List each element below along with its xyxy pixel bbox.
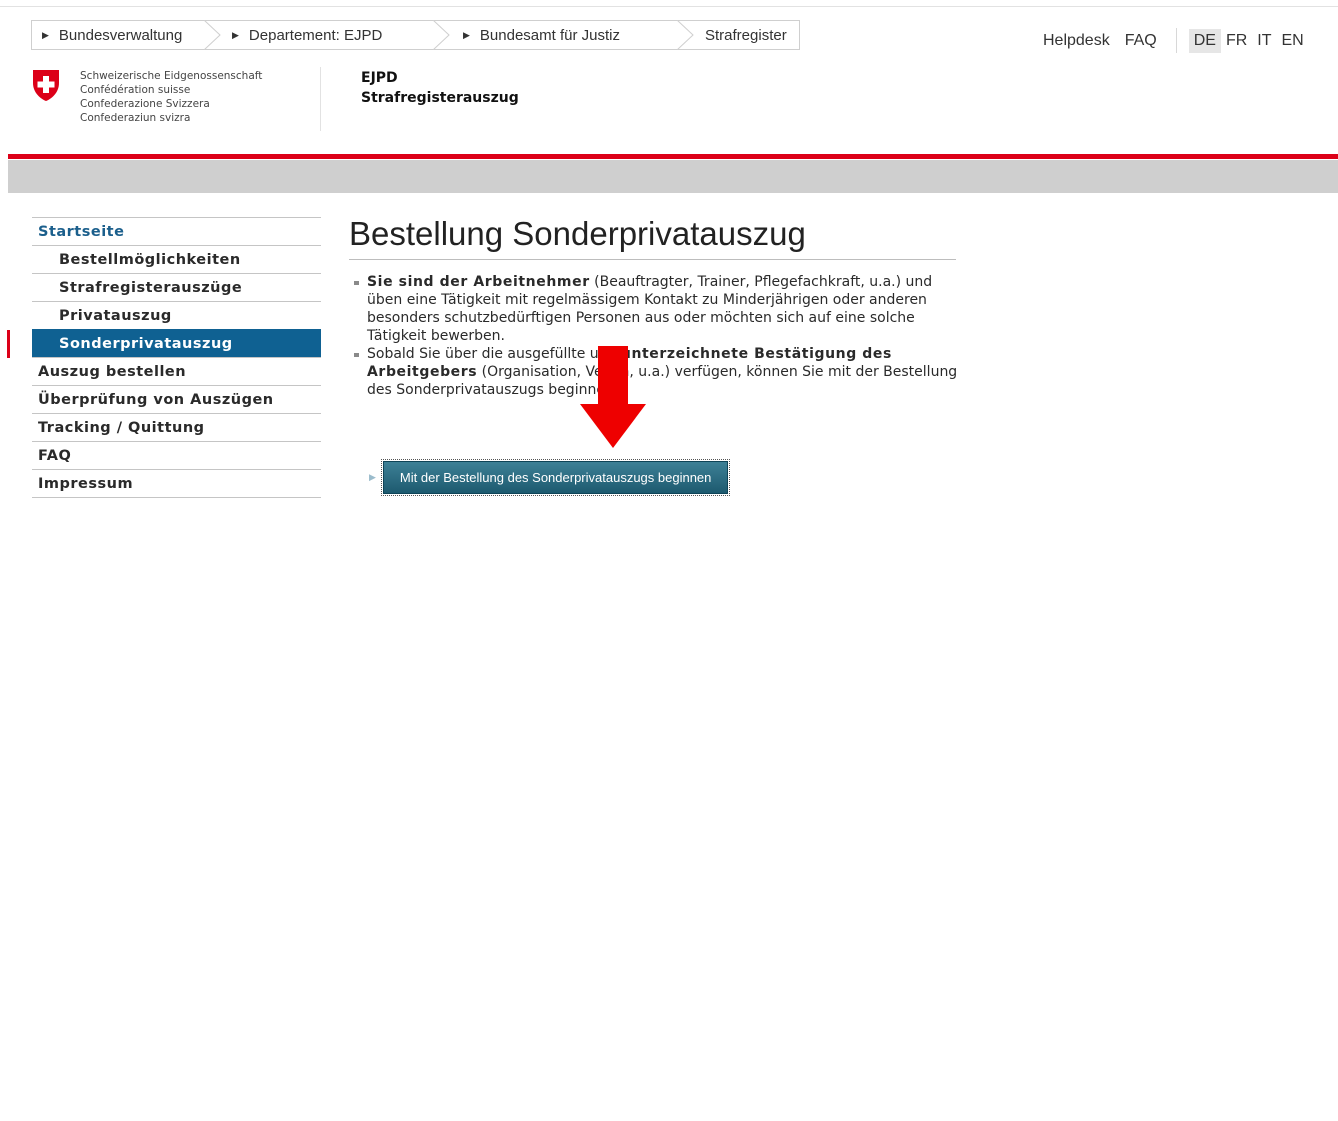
swiss-shield-icon — [33, 70, 59, 101]
language-en[interactable]: EN — [1277, 29, 1309, 53]
helpdesk-link[interactable]: Helpdesk — [1043, 32, 1110, 50]
triangle-right-icon: ▶ — [369, 472, 376, 483]
breadcrumb: ▶ Bundesverwaltung ▶ Departement: EJPD ▶… — [31, 20, 800, 50]
breadcrumb-item-bundesverwaltung[interactable]: ▶ Bundesverwaltung — [32, 20, 222, 50]
sidebar-nav: Startseite Bestellmöglichkeiten Strafreg… — [7, 217, 321, 498]
header-grey-band — [8, 160, 1338, 193]
start-order-button[interactable]: Mit der Bestellung des Sonderprivatauszu… — [380, 459, 731, 496]
top-links: Helpdesk FAQ DE FR IT EN — [1043, 28, 1309, 53]
chevron-right-icon — [676, 20, 694, 50]
breadcrumb-item-departement[interactable]: ▶ Departement: EJPD — [222, 20, 451, 50]
language-de[interactable]: DE — [1188, 28, 1221, 53]
header-red-line — [8, 154, 1338, 159]
breadcrumb-item-strafregister[interactable]: Strafregister — [695, 21, 799, 49]
nav-item-tracking[interactable]: Tracking / Quittung — [32, 413, 321, 441]
triangle-right-icon: ▶ — [463, 29, 470, 40]
nav-item-ueberpruefung[interactable]: Überprüfung von Auszügen — [32, 385, 321, 413]
breadcrumb-label: Strafregister — [705, 26, 787, 44]
info-list-item: Sobald Sie über die ausgefüllte und unte… — [353, 345, 958, 399]
language-switcher: DE FR IT EN — [1188, 28, 1309, 53]
confed-name-rm: Confederaziun svizra — [80, 112, 191, 124]
chevron-right-icon — [432, 20, 450, 50]
start-order-row: ▶ Mit der Bestellung des Sonderprivataus… — [369, 459, 731, 496]
confed-name-it: Confederazione Svizzera — [80, 98, 210, 110]
nav-item-privatauszug[interactable]: Privatauszug — [32, 301, 321, 329]
breadcrumb-item-bundesamt[interactable]: ▶ Bundesamt für Justiz — [451, 20, 695, 50]
nav-item-impressum[interactable]: Impressum — [32, 469, 321, 497]
info-list: Sie sind der Arbeitnehmer (Beauftragter,… — [353, 273, 958, 399]
confed-name-fr: Confédération suisse — [80, 84, 191, 96]
header-divider — [320, 67, 321, 131]
nav-item-startseite[interactable]: Startseite — [32, 217, 321, 245]
breadcrumb-label: Bundesamt für Justiz — [479, 26, 620, 44]
top-border — [0, 6, 1338, 7]
page-title: Bestellung Sonderprivatauszug — [349, 215, 806, 252]
divider — [1175, 28, 1177, 53]
language-it[interactable]: IT — [1252, 29, 1276, 53]
department-title: EJPD Strafregisterauszug — [361, 68, 519, 108]
triangle-right-icon: ▶ — [42, 29, 49, 40]
triangle-right-icon: ▶ — [232, 29, 239, 40]
title-underline — [349, 259, 956, 260]
faq-link[interactable]: FAQ — [1125, 32, 1157, 50]
application-name: Strafregisterauszug — [361, 90, 519, 106]
breadcrumb-label: Bundesverwaltung — [58, 26, 183, 44]
nav-item-faq[interactable]: FAQ — [32, 441, 321, 469]
nav-item-bestellmoeglichkeiten[interactable]: Bestellmöglichkeiten — [32, 245, 321, 273]
language-fr[interactable]: FR — [1221, 29, 1252, 53]
department-name: EJPD — [361, 70, 398, 86]
confed-name-de: Schweizerische Eidgenossenschaft — [80, 70, 263, 82]
nav-bottom-border — [32, 497, 321, 498]
confederation-names: Schweizerische Eidgenossenschaft Confédé… — [80, 69, 262, 125]
bullet1-bold: Sie sind der Arbeitnehmer — [367, 274, 590, 290]
nav-item-strafregisterauszuege[interactable]: Strafregisterauszüge — [32, 273, 321, 301]
nav-item-auszug-bestellen[interactable]: Auszug bestellen — [32, 357, 321, 385]
info-list-item: Sie sind der Arbeitnehmer (Beauftragter,… — [353, 273, 958, 345]
nav-item-sonderprivatauszug[interactable]: Sonderprivatauszug — [7, 329, 321, 358]
red-arrow-down-icon — [580, 346, 646, 448]
chevron-right-icon — [203, 20, 221, 50]
breadcrumb-label: Departement: EJPD — [248, 26, 383, 44]
